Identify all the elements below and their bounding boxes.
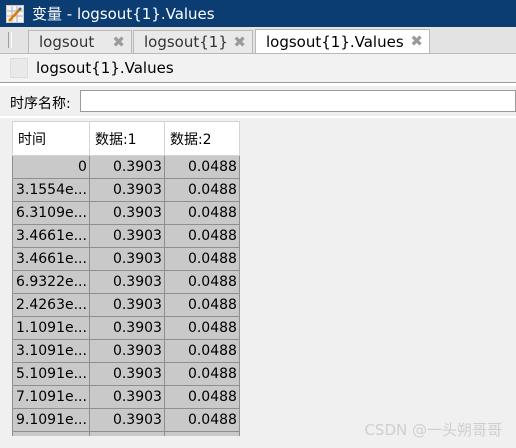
variable-header: logsout{1}.Values bbox=[0, 54, 516, 83]
data-2-cell[interactable]: 0.0488 bbox=[163, 385, 240, 409]
data-1-cell[interactable]: 0.3903 bbox=[88, 270, 165, 294]
time-cell[interactable]: 6.9322e... bbox=[12, 270, 90, 294]
time-cell[interactable]: 3.1554e... bbox=[12, 178, 90, 202]
tab-strip: logsout ✖ logsout{1} ✖ logsout{1}.Values… bbox=[0, 27, 516, 54]
column-header-data-1[interactable]: 数据:1 bbox=[88, 121, 165, 156]
timeseries-name-row: 时序名称: bbox=[0, 86, 516, 116]
data-1-cell[interactable]: 0.3903 bbox=[88, 316, 165, 340]
data-2-cell[interactable]: 0.0488 bbox=[163, 316, 240, 340]
column-header-time[interactable]: 时间 bbox=[12, 121, 90, 156]
table-header-row: 时间 数据:1 数据:2 bbox=[12, 121, 240, 156]
tab-logsout-1[interactable]: logsout{1} ✖ bbox=[133, 30, 253, 53]
table-row[interactable]: 2.4263e... 0.3903 0.0488 bbox=[12, 293, 240, 317]
time-cell[interactable]: 1.1091e... bbox=[12, 316, 90, 340]
window-title: 变量 - logsout{1}.Values bbox=[32, 5, 215, 23]
data-1-cell[interactable]: 0.3903 bbox=[88, 362, 165, 386]
title-bar: 变量 - logsout{1}.Values bbox=[0, 0, 516, 27]
column-header-data-2[interactable]: 数据:2 bbox=[163, 121, 240, 156]
table-row[interactable]: 3.1091e... 0.3903 0.0488 bbox=[12, 339, 240, 363]
close-icon[interactable]: ✖ bbox=[112, 33, 125, 51]
time-cell[interactable]: 3.4661e... bbox=[12, 224, 90, 248]
tab-label: logsout bbox=[39, 33, 95, 51]
table-row[interactable]: 0 0.3903 0.0488 bbox=[12, 155, 240, 179]
variable-icon bbox=[10, 58, 28, 78]
data-2-cell[interactable]: 0.0488 bbox=[163, 408, 240, 432]
tab-label: logsout{1}.Values bbox=[266, 32, 404, 51]
data-1-cell[interactable]: 0.3903 bbox=[88, 408, 165, 432]
data-1-cell[interactable]: 0.3903 bbox=[88, 247, 165, 271]
time-cell[interactable]: 2.4263e... bbox=[12, 293, 90, 317]
data-2-cell[interactable]: 0.0488 bbox=[163, 178, 240, 202]
close-icon[interactable]: ✖ bbox=[233, 33, 246, 51]
time-cell bbox=[12, 431, 90, 436]
timeseries-name-label: 时序名称: bbox=[10, 96, 71, 112]
data-2-cell[interactable]: 0.0488 bbox=[163, 247, 240, 271]
data-2-cell[interactable]: 0.0488 bbox=[163, 362, 240, 386]
data-2-cell[interactable]: 0.0488 bbox=[163, 293, 240, 317]
data-1-cell[interactable]: 0.3903 bbox=[88, 155, 165, 179]
table-row[interactable]: 3.1554e... 0.3903 0.0488 bbox=[12, 178, 240, 202]
time-cell[interactable]: 5.1091e... bbox=[12, 362, 90, 386]
time-cell[interactable]: 6.3109e... bbox=[12, 201, 90, 225]
time-cell[interactable]: 3.4661e... bbox=[12, 247, 90, 271]
table-row[interactable]: 6.9322e... 0.3903 0.0488 bbox=[12, 270, 240, 294]
data-1-cell[interactable]: 0.3903 bbox=[88, 224, 165, 248]
data-1-cell[interactable]: 0.3903 bbox=[88, 201, 165, 225]
data-1-cell bbox=[88, 431, 165, 436]
time-cell[interactable]: 9.1091e... bbox=[12, 408, 90, 432]
data-table[interactable]: 时间 数据:1 数据:2 0 0.3903 0.0488 3.1554e... … bbox=[12, 121, 240, 436]
variable-name: logsout{1}.Values bbox=[36, 59, 174, 77]
tab-strip-grip[interactable] bbox=[8, 32, 12, 48]
time-cell[interactable]: 0 bbox=[12, 155, 90, 179]
variable-editor-icon bbox=[6, 4, 24, 23]
data-1-cell[interactable]: 0.3903 bbox=[88, 293, 165, 317]
data-2-cell[interactable]: 0.0488 bbox=[163, 224, 240, 248]
tab-label: logsout{1} bbox=[144, 33, 228, 51]
data-2-cell[interactable]: 0.0488 bbox=[163, 201, 240, 225]
table-row[interactable]: 3.4661e... 0.3903 0.0488 bbox=[12, 224, 240, 248]
table-row[interactable]: 6.3109e... 0.3903 0.0488 bbox=[12, 201, 240, 225]
table-row-partial bbox=[12, 431, 240, 436]
data-2-cell bbox=[163, 431, 240, 436]
time-cell[interactable]: 3.1091e... bbox=[12, 339, 90, 363]
data-1-cell[interactable]: 0.3903 bbox=[88, 339, 165, 363]
table-area[interactable]: 时间 数据:1 数据:2 0 0.3903 0.0488 3.1554e... … bbox=[0, 118, 516, 448]
tab-logsout[interactable]: logsout ✖ bbox=[28, 30, 132, 53]
data-1-cell[interactable]: 0.3903 bbox=[88, 178, 165, 202]
table-row[interactable]: 3.4661e... 0.3903 0.0488 bbox=[12, 247, 240, 271]
close-icon[interactable]: ✖ bbox=[410, 32, 423, 50]
data-2-cell[interactable]: 0.0488 bbox=[163, 339, 240, 363]
time-cell[interactable]: 7.1091e... bbox=[12, 385, 90, 409]
data-2-cell[interactable]: 0.0488 bbox=[163, 270, 240, 294]
data-1-cell[interactable]: 0.3903 bbox=[88, 385, 165, 409]
tab-logsout-1-values[interactable]: logsout{1}.Values ✖ bbox=[255, 29, 430, 53]
table-row[interactable]: 1.1091e... 0.3903 0.0488 bbox=[12, 316, 240, 340]
table-row[interactable]: 5.1091e... 0.3903 0.0488 bbox=[12, 362, 240, 386]
timeseries-name-input[interactable] bbox=[80, 90, 516, 112]
watermark: CSDN @一头朔哥哥 bbox=[364, 421, 502, 439]
data-2-cell[interactable]: 0.0488 bbox=[163, 155, 240, 179]
table-row[interactable]: 9.1091e... 0.3903 0.0488 bbox=[12, 408, 240, 432]
table-row[interactable]: 7.1091e... 0.3903 0.0488 bbox=[12, 385, 240, 409]
